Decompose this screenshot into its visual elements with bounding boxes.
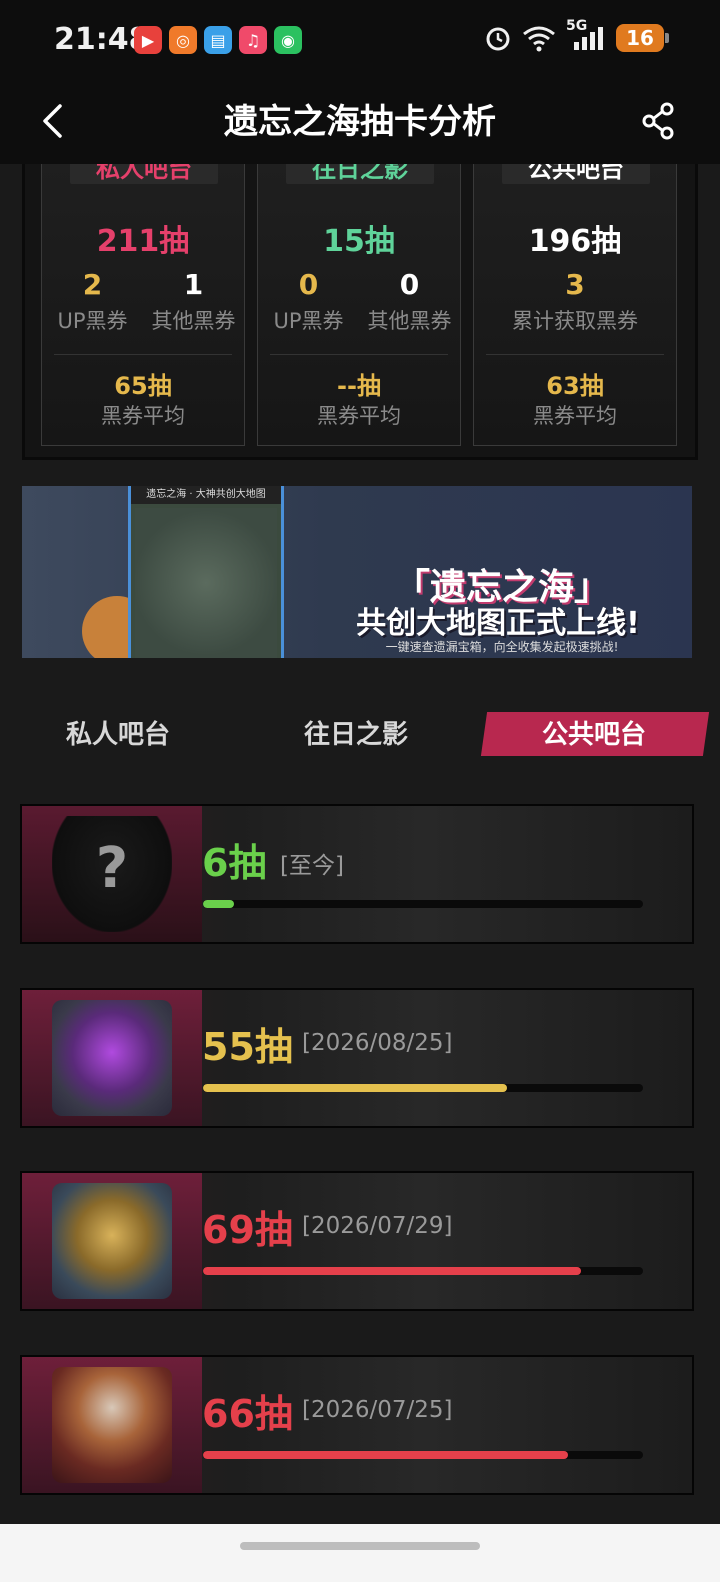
network-type: 5G — [566, 18, 588, 34]
stat-column-private: 私人吧台 211抽 2 UP黑券 1 其他黑券 65抽 黑券平均 — [41, 164, 245, 446]
cellular-signal-icon: 5G — [566, 18, 606, 52]
average-pulls: 63抽 — [546, 372, 604, 400]
stat-column-header: 私人吧台 — [70, 164, 218, 184]
pull-record-card[interactable]: 69抽 [2026/07/29] — [20, 1171, 694, 1311]
pool-tabs: 私人吧台 往日之影 公共吧台 — [0, 708, 720, 764]
count-value: 0 — [298, 268, 319, 301]
pull-progress-bar — [203, 1084, 643, 1092]
divider — [270, 354, 448, 355]
count-value: 3 — [565, 268, 585, 301]
tab-public-bar[interactable]: 公共吧台 — [542, 714, 646, 751]
average-label: 黑券平均 — [317, 404, 401, 428]
promo-banner[interactable]: 遗忘之海 · 大神共创大地图 「遗忘之海」 共创大地图正式上线! 一键速查遗漏宝… — [22, 486, 692, 658]
pull-record-card[interactable]: 55抽 [2026/08/25] — [20, 988, 694, 1128]
pool-name: 往日之影 — [312, 164, 408, 183]
character-portrait — [22, 1173, 202, 1309]
character-portrait — [22, 1357, 202, 1493]
book-app-icon: ▤ — [204, 26, 232, 54]
divider — [486, 354, 664, 355]
banner-phone-title: 遗忘之海 · 大神共创大地图 — [131, 486, 281, 504]
unknown-character-portrait: ? — [22, 806, 202, 942]
ticket-counts: 2 UP黑券 1 其他黑券 — [42, 268, 244, 335]
page-title: 遗忘之海抽卡分析 — [224, 102, 496, 142]
pull-count: 69抽 — [202, 1208, 293, 1252]
divider — [54, 354, 232, 355]
stat-column-header: 往日之影 — [286, 164, 434, 184]
battery-level: 16 — [626, 26, 654, 50]
up-ticket-count: 2 UP黑券 — [42, 268, 143, 335]
character-portrait — [22, 990, 202, 1126]
pull-date: [至今] — [280, 853, 344, 879]
other-ticket-count: 0 其他黑券 — [359, 268, 460, 335]
tab-past-shadow[interactable]: 往日之影 — [304, 714, 408, 751]
up-ticket-count: 0 UP黑券 — [258, 268, 359, 335]
pull-progress-fill — [203, 1084, 507, 1092]
stat-column-header: 公共吧台 — [502, 164, 650, 184]
count-label: UP黑券 — [57, 309, 128, 333]
notification-icons: ▶ ◎ ▤ ♫ ◉ — [134, 26, 302, 54]
tab-private-bar[interactable]: 私人吧台 — [66, 714, 170, 751]
average-label: 黑券平均 — [101, 404, 185, 428]
count-label: 其他黑券 — [151, 309, 236, 333]
share-button[interactable] — [634, 96, 684, 146]
ticket-counts: 0 UP黑券 0 其他黑券 — [258, 268, 460, 335]
wechat-app-icon: ◉ — [274, 26, 302, 54]
pull-record-card[interactable]: ? 6抽 [至今] — [20, 804, 694, 944]
wifi-icon — [523, 26, 555, 52]
average-pulls: --抽 — [337, 372, 381, 400]
ticket-counts: 3 累计获取黑券 — [474, 268, 676, 335]
pull-progress-bar — [203, 1451, 643, 1459]
pull-date: [2026/07/29] — [302, 1213, 453, 1239]
battery-icon: 16 — [616, 24, 669, 52]
pull-record-card[interactable]: 66抽 [2026/07/25] — [20, 1355, 694, 1495]
pull-date: [2026/07/25] — [302, 1397, 453, 1423]
shopping-app-icon: ◎ — [169, 26, 197, 54]
pull-count: 6抽 — [202, 841, 267, 885]
pool-name: 私人吧台 — [96, 164, 192, 183]
count-label: 其他黑券 — [367, 309, 452, 333]
home-indicator[interactable] — [240, 1542, 480, 1550]
pull-progress-fill — [203, 1451, 569, 1459]
gesture-bar-area — [0, 1524, 720, 1582]
armored-character-image — [52, 1367, 172, 1483]
nav-bar: 遗忘之海抽卡分析 — [0, 80, 720, 164]
banner-subtitle: 一键速查遗漏宝箱，向全收集发起极速挑战! — [385, 640, 619, 654]
share-icon — [642, 102, 674, 140]
total-pulls: 211抽 — [96, 224, 190, 259]
pull-progress-fill — [203, 900, 234, 908]
pull-date: [2026/08/25] — [302, 1030, 453, 1056]
status-indicators: 5G 16 — [484, 18, 669, 52]
question-mark-icon: ? — [95, 836, 129, 901]
pull-count: 55抽 — [202, 1025, 293, 1069]
alarm-icon — [486, 27, 510, 51]
stat-column-shadow: 往日之影 15抽 0 UP黑券 0 其他黑券 --抽 黑券平均 — [257, 164, 461, 446]
pool-stats-panel: 私人吧台 211抽 2 UP黑券 1 其他黑券 65抽 黑券平均 往日之影 15… — [22, 164, 698, 460]
stat-column-public: 公共吧台 196抽 3 累计获取黑券 63抽 黑券平均 — [473, 164, 677, 446]
music-app-icon: ♫ — [239, 26, 267, 54]
other-ticket-count: 1 其他黑券 — [143, 268, 244, 335]
purple-character-image — [52, 1000, 172, 1116]
gold-frame-character-image — [52, 1183, 172, 1299]
pool-name: 公共吧台 — [528, 164, 624, 183]
count-label: 累计获取黑券 — [512, 309, 638, 333]
banner-title-line2: 共创大地图正式上线! — [356, 606, 640, 641]
total-ticket-count: 3 累计获取黑券 — [474, 268, 676, 335]
average-pulls: 65抽 — [114, 372, 172, 400]
status-bar: 21:48 ▶ ◎ ▤ ♫ ◉ 5G 16 — [0, 0, 720, 80]
pull-progress-bar — [203, 900, 643, 908]
total-pulls: 15抽 — [323, 224, 395, 259]
average-label: 黑券平均 — [533, 404, 617, 428]
pull-progress-fill — [203, 1267, 582, 1275]
count-value: 2 — [82, 268, 103, 301]
count-value: 0 — [399, 268, 420, 301]
video-app-icon: ▶ — [134, 26, 162, 54]
total-pulls: 196抽 — [528, 224, 622, 259]
banner-phone-preview: 遗忘之海 · 大神共创大地图 — [128, 486, 284, 658]
pull-count: 66抽 — [202, 1392, 293, 1436]
count-value: 1 — [183, 268, 204, 301]
pull-progress-bar — [203, 1267, 643, 1275]
count-label: UP黑券 — [273, 309, 344, 333]
banner-map-image — [135, 508, 277, 658]
